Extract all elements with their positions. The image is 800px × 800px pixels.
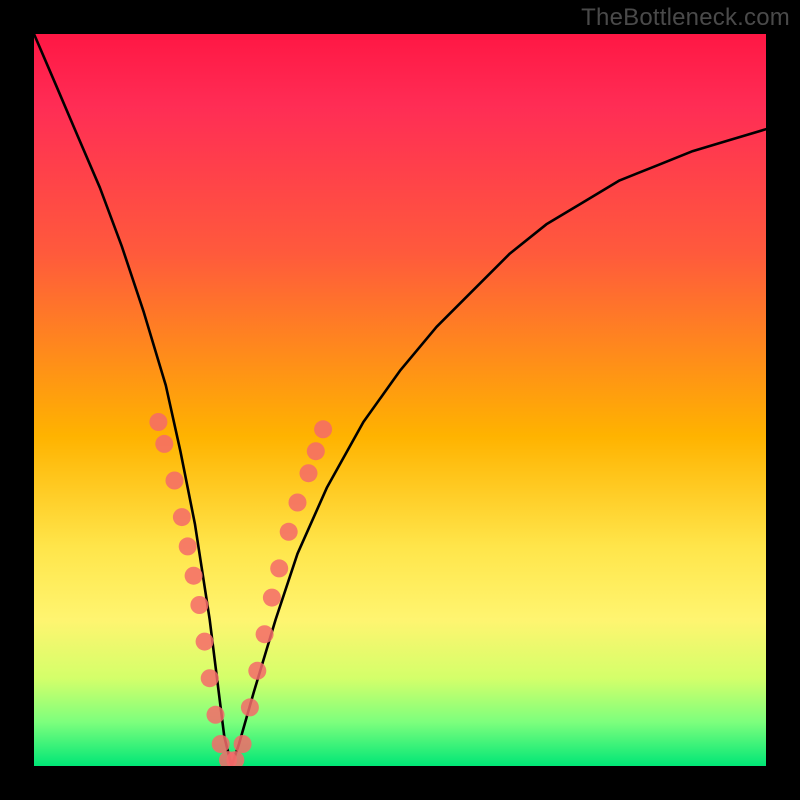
dots-layer <box>149 413 332 766</box>
marker-dot <box>207 706 225 724</box>
marker-dot <box>289 494 307 512</box>
marker-dot <box>212 735 230 753</box>
marker-dot <box>307 442 325 460</box>
plot-area <box>34 34 766 766</box>
marker-dot <box>166 472 184 490</box>
marker-dot <box>234 735 252 753</box>
bottleneck-curve <box>34 34 766 766</box>
marker-dot <box>179 537 197 555</box>
marker-dot <box>149 413 167 431</box>
marker-dot <box>280 523 298 541</box>
curve-layer <box>34 34 766 766</box>
marker-dot <box>270 559 288 577</box>
marker-dot <box>263 589 281 607</box>
marker-dot <box>201 669 219 687</box>
marker-dot <box>248 662 266 680</box>
marker-dot <box>190 596 208 614</box>
marker-dot <box>155 435 173 453</box>
marker-dot <box>196 633 214 651</box>
marker-dot <box>300 464 318 482</box>
chart-svg <box>34 34 766 766</box>
marker-dot <box>314 420 332 438</box>
marker-dot <box>185 567 203 585</box>
marker-dot <box>173 508 191 526</box>
watermark-text: TheBottleneck.com <box>581 4 790 32</box>
marker-dot <box>241 698 259 716</box>
outer-frame: TheBottleneck.com <box>0 0 800 800</box>
marker-dot <box>256 625 274 643</box>
